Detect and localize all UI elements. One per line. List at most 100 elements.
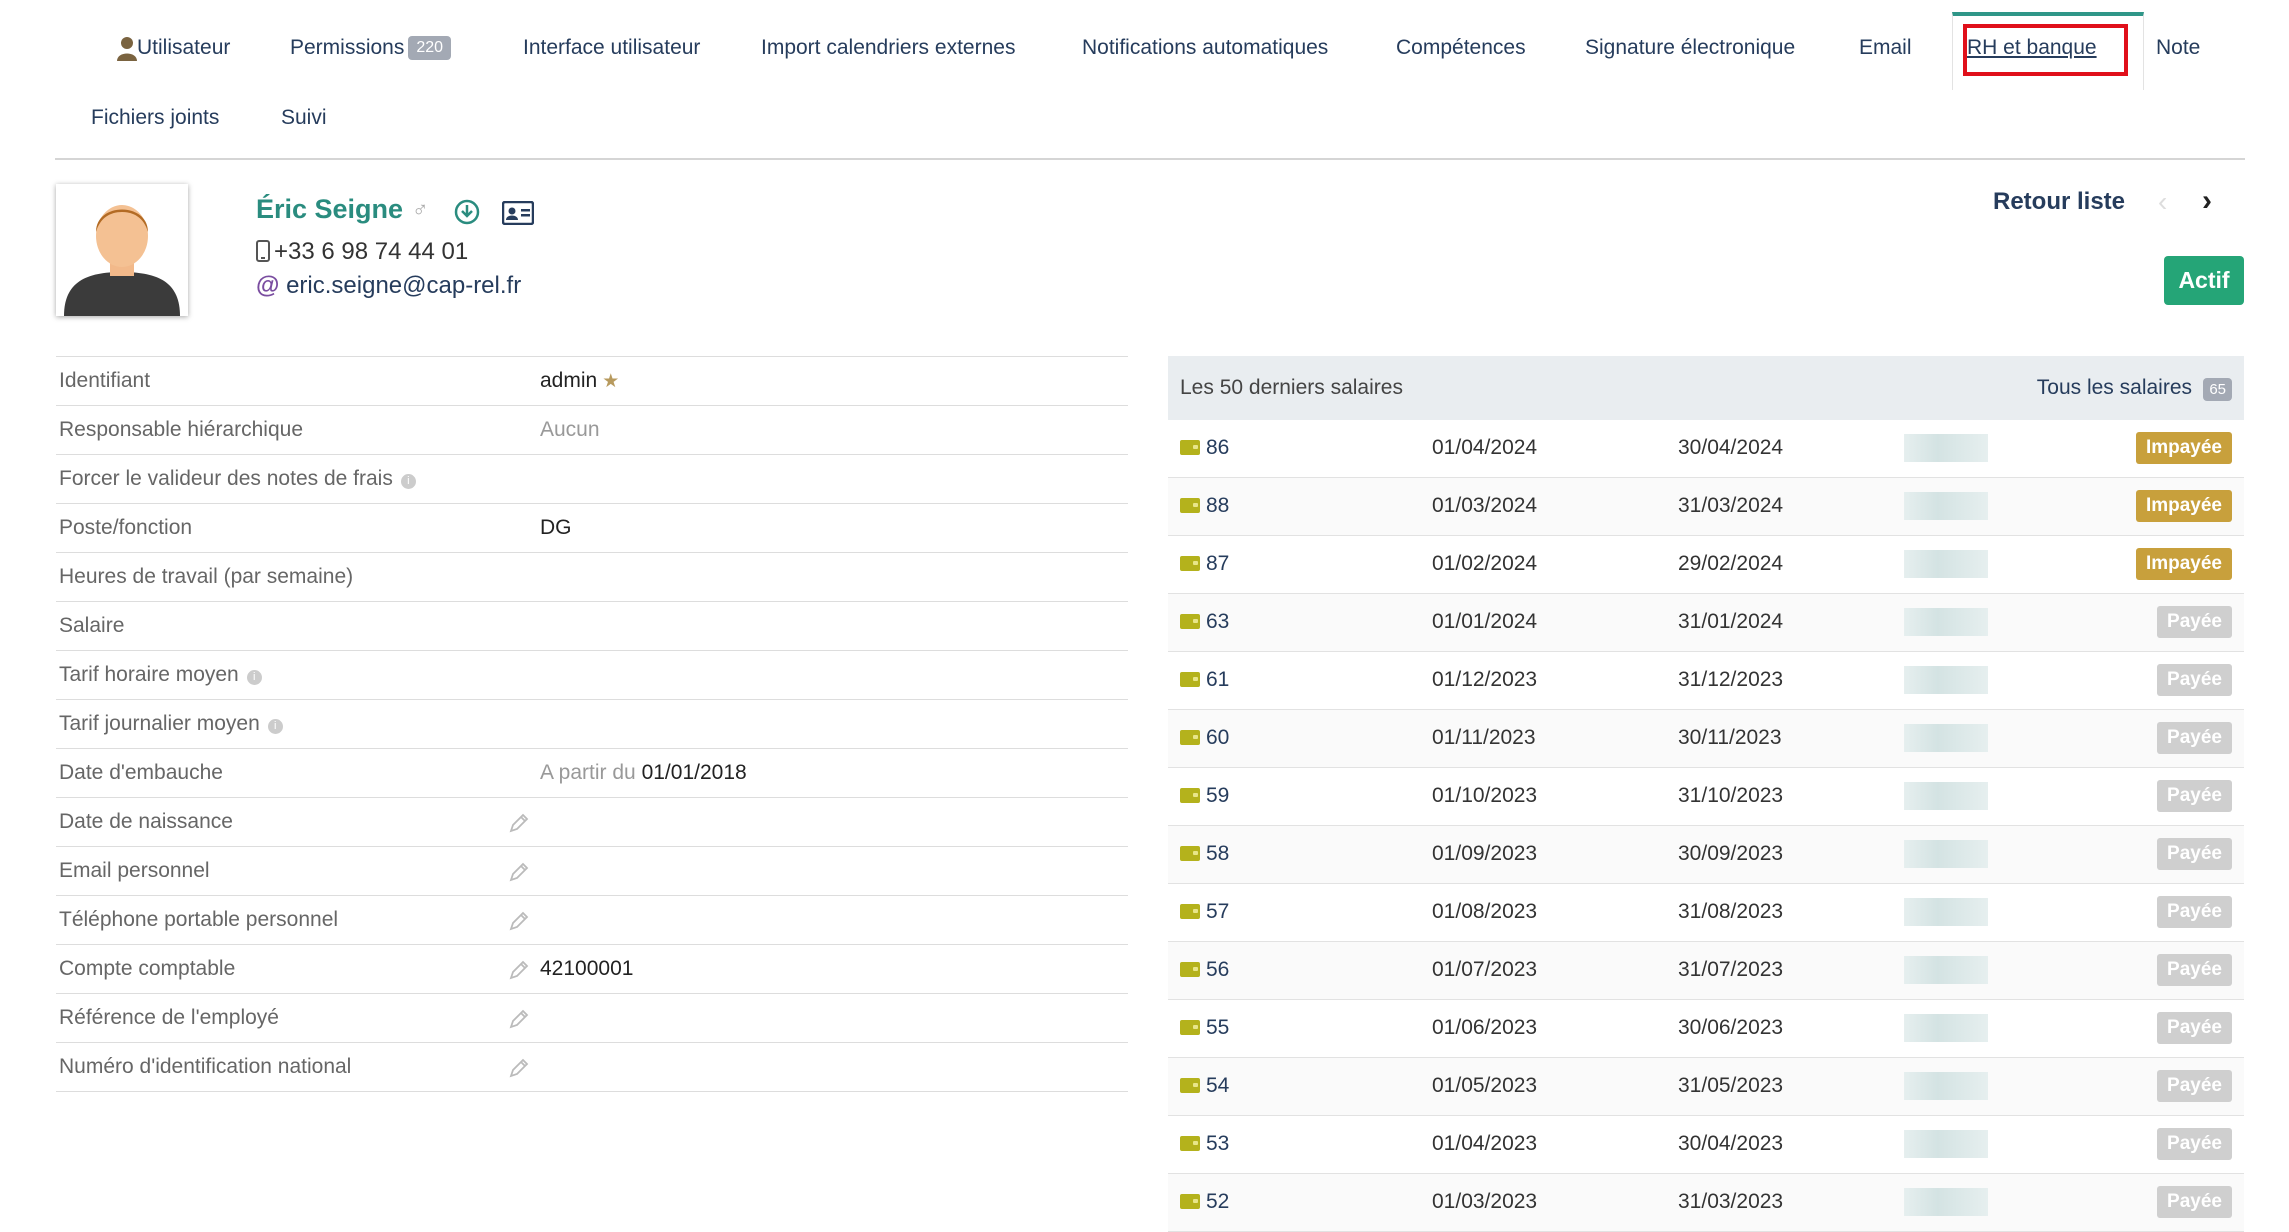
salary-panel-header: Les 50 derniers salaires Tous les salair… (1168, 356, 2244, 420)
salary-amount-blurred (1904, 1014, 1988, 1042)
wallet-icon (1180, 1194, 1200, 1209)
tab-note[interactable]: Note (2156, 36, 2200, 60)
salary-link[interactable]: 56 (1180, 958, 1229, 982)
salary-link[interactable]: 52 (1180, 1190, 1229, 1214)
salary-id: 87 (1206, 552, 1230, 575)
salary-start-date: 01/05/2023 (1432, 1074, 1538, 1097)
tab-fichiers-joints[interactable]: Fichiers joints (91, 106, 219, 130)
tab-label: Import calendriers externes (761, 36, 1016, 59)
salary-start-date: 01/04/2023 (1432, 1132, 1538, 1155)
salary-link[interactable]: 55 (1180, 1016, 1229, 1040)
status-badge: Actif (2164, 256, 2244, 305)
tab-label: Suivi (281, 106, 327, 129)
wallet-icon (1180, 556, 1200, 571)
info-icon[interactable]: i (400, 474, 416, 489)
salary-link[interactable]: 58 (1180, 842, 1229, 866)
salary-link[interactable]: 88 (1180, 494, 1229, 518)
edit-pencil-icon[interactable] (508, 959, 530, 981)
info-label: Numéro d'identification national (59, 1055, 351, 1079)
salary-row: 63 01/01/2024 31/01/2024 Payée (1168, 594, 2244, 652)
tab-import-calendriers-externes[interactable]: Import calendriers externes (761, 36, 1015, 60)
info-label: Identifiant (59, 369, 150, 393)
info-label-text: Identifiant (59, 369, 151, 392)
salary-start-date: 01/11/2023 (1432, 726, 1536, 749)
wallet-icon (1180, 440, 1200, 455)
all-salaries-link[interactable]: Tous les salaires (2037, 376, 2192, 400)
salary-status-badge: Payée (2157, 1012, 2232, 1044)
salary-link[interactable]: 87 (1180, 552, 1229, 576)
salary-id: 59 (1206, 784, 1230, 807)
tab-label: Note (2156, 36, 2201, 59)
wallet-icon (1180, 498, 1200, 513)
info-value: 42100001 (540, 957, 633, 981)
back-to-list-link[interactable]: Retour liste (1993, 188, 2125, 216)
user-email[interactable]: eric.seigne@cap-rel.fr (286, 272, 521, 299)
salary-start-date: 01/06/2023 (1432, 1016, 1538, 1039)
edit-pencil-icon[interactable] (508, 910, 530, 932)
info-label: Salaire (59, 614, 124, 638)
info-label-text: Responsable hiérarchique (59, 418, 303, 441)
salary-id: 55 (1206, 1016, 1230, 1039)
salary-row: 59 01/10/2023 31/10/2023 Payée (1168, 768, 2244, 826)
salary-panel-title: Les 50 derniers salaires (1180, 376, 1403, 399)
salary-link[interactable]: 63 (1180, 610, 1229, 634)
tab-email[interactable]: Email (1859, 36, 1912, 60)
edit-pencil-icon[interactable] (508, 1057, 530, 1079)
wallet-icon (1180, 1020, 1200, 1035)
salary-link[interactable]: 57 (1180, 900, 1229, 924)
salary-row: 87 01/02/2024 29/02/2024 Impayée (1168, 536, 2244, 594)
wallet-icon (1180, 614, 1200, 629)
salary-row: 60 01/11/2023 30/11/2023 Payée (1168, 710, 2244, 768)
download-icon[interactable] (453, 198, 481, 226)
salary-amount-blurred (1904, 724, 1988, 752)
previous-record-icon[interactable]: ‹ (2158, 186, 2167, 218)
info-icon[interactable]: i (246, 670, 262, 685)
salary-id: 61 (1206, 668, 1230, 691)
salary-status-badge: Payée (2157, 606, 2232, 638)
tab-comp-tences[interactable]: Compétences (1396, 36, 1526, 60)
salary-link[interactable]: 86 (1180, 436, 1229, 460)
at-icon: @ (256, 272, 280, 299)
tab-utilisateur[interactable]: Utilisateur (137, 36, 230, 60)
tab-permissions[interactable]: Permissions 220 (290, 36, 452, 60)
salary-link[interactable]: 54 (1180, 1074, 1229, 1098)
user-icon[interactable] (117, 36, 137, 62)
info-label-text: Référence de l'employé (59, 1006, 279, 1029)
edit-pencil-icon[interactable] (508, 812, 530, 834)
salary-end-date: 31/08/2023 (1678, 900, 1784, 923)
tab-suivi[interactable]: Suivi (281, 106, 327, 130)
next-record-icon[interactable]: › (2202, 184, 2212, 218)
info-value: Aucun (540, 418, 600, 442)
avatar (56, 184, 188, 316)
tab-label: Permissions (290, 36, 405, 59)
info-label: Responsable hiérarchique (59, 418, 303, 442)
salary-link[interactable]: 61 (1180, 668, 1229, 692)
salary-link[interactable]: 59 (1180, 784, 1229, 808)
info-icon[interactable]: i (267, 719, 283, 734)
salary-id: 56 (1206, 958, 1230, 981)
wallet-icon (1180, 788, 1200, 803)
edit-pencil-icon[interactable] (508, 861, 530, 883)
info-label: Compte comptable (59, 957, 235, 981)
salary-link[interactable]: 53 (1180, 1132, 1229, 1156)
salary-start-date: 01/04/2024 (1432, 436, 1538, 459)
info-label: Email personnel (59, 859, 210, 883)
salary-amount-blurred (1904, 840, 1988, 868)
tab-signature-lectronique[interactable]: Signature électronique (1585, 36, 1795, 60)
salary-status-badge: Impayée (2135, 432, 2232, 464)
tab-interface-utilisateur[interactable]: Interface utilisateur (523, 36, 700, 60)
tab-rh-et-banque[interactable]: RH et banque (1967, 36, 2097, 60)
info-row: Responsable hiérarchique Aucun (56, 406, 1128, 455)
salary-status-badge: Payée (2157, 1128, 2232, 1160)
info-label-text: Salaire (59, 614, 125, 637)
salary-amount-blurred (1904, 666, 1988, 694)
id-card-icon[interactable] (502, 201, 534, 225)
info-label-text: Tarif horaire moyen (59, 663, 239, 686)
info-label: Tarif horaire moyen i (59, 663, 262, 687)
tab-notifications-automatiques[interactable]: Notifications automatiques (1082, 36, 1328, 60)
salary-row: 52 01/03/2023 31/03/2023 Payée (1168, 1174, 2244, 1232)
edit-pencil-icon[interactable] (508, 1008, 530, 1030)
salary-link[interactable]: 60 (1180, 726, 1229, 750)
mobile-phone-icon (256, 240, 270, 262)
salary-start-date: 01/09/2023 (1432, 842, 1538, 865)
